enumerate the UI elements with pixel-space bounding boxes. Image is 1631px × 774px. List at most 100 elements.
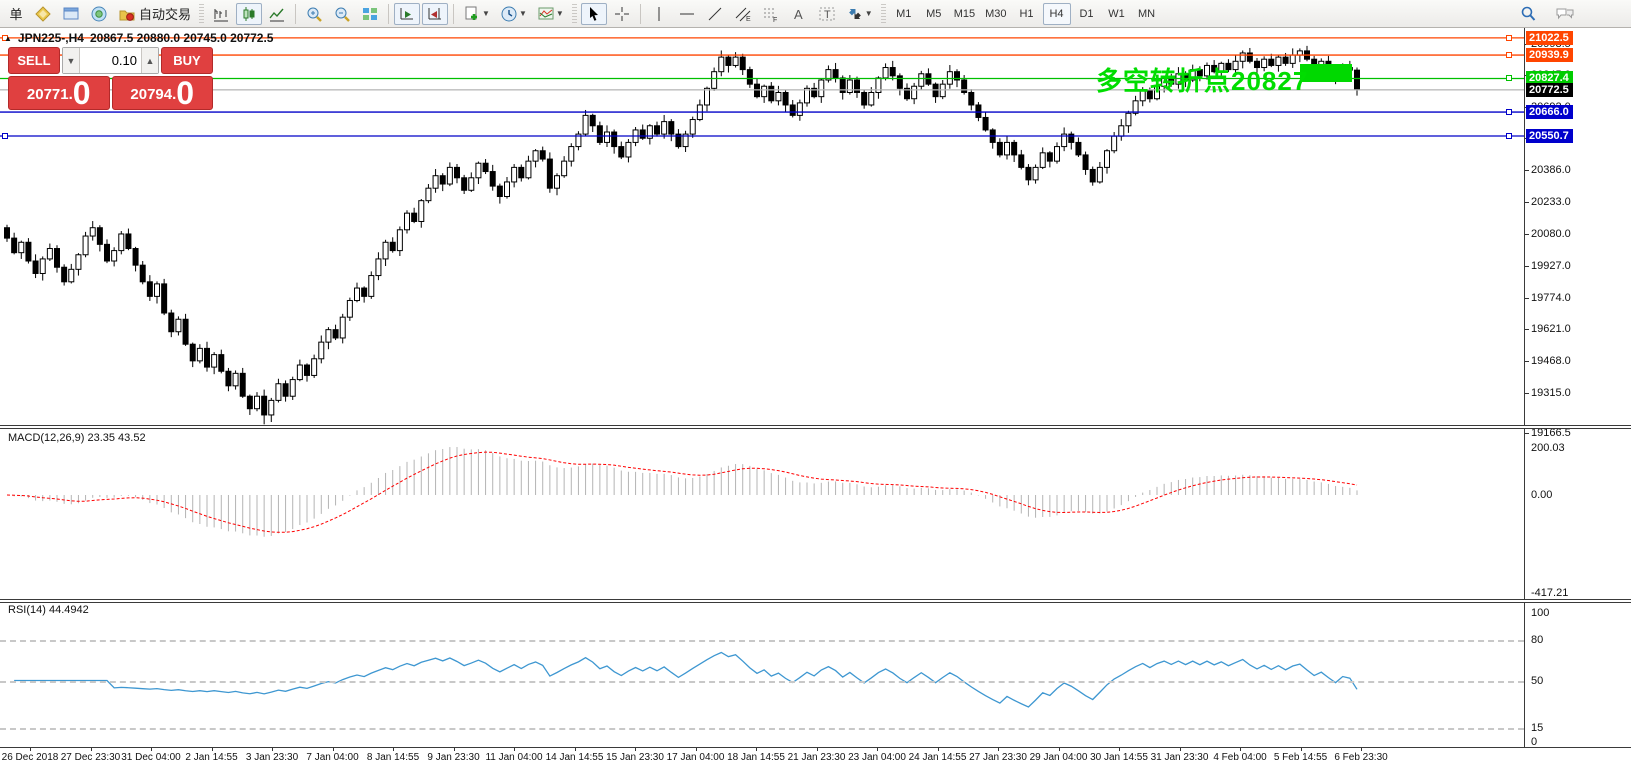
autotrade-button[interactable]: 自动交易 (114, 3, 195, 25)
macd-histogram (7, 447, 1357, 537)
expand-triangle-icon[interactable]: ▲ (4, 34, 12, 43)
timeframe-group: M1M5M15M30H1H4D1W1MN (890, 3, 1161, 25)
timeframe-button-m15[interactable]: M15 (950, 3, 979, 25)
line-handle[interactable] (1506, 75, 1512, 81)
bar-chart-icon (212, 5, 230, 23)
price-tick-label: 19468.0 (1531, 355, 1571, 367)
line-chart-button[interactable] (264, 3, 290, 25)
line-handle[interactable] (1506, 35, 1512, 41)
pivot-annotation-text[interactable]: 多空转折点20827 (1096, 61, 1308, 98)
sell-price-int: 20771 (27, 82, 69, 108)
fibonacci-button[interactable]: F (758, 3, 784, 25)
time-tick-label: 9 Jan 23:30 (427, 752, 479, 763)
candle-chart-button[interactable] (236, 3, 262, 25)
timeframe-button-h1[interactable]: H1 (1013, 3, 1041, 25)
timeframe-button-mn[interactable]: MN (1133, 3, 1161, 25)
search-button[interactable] (1515, 3, 1541, 25)
volume-increase-button[interactable]: ▲ (141, 48, 158, 73)
volume-decrease-button[interactable]: ▼ (63, 48, 80, 73)
level-price-badge: 20666.0 (1526, 105, 1573, 119)
arrows-icon (846, 5, 864, 23)
time-tick-label: 31 Jan 23:30 (1151, 752, 1209, 763)
vertical-line-button[interactable] (646, 3, 672, 25)
chart-window: ▲ JPN225-,H4 20867.5 20880.0 20745.0 207… (0, 28, 1631, 774)
chat-button[interactable] (1551, 3, 1579, 25)
market-depth-button[interactable] (86, 3, 112, 25)
cursor-button[interactable] (581, 3, 607, 25)
line-handle[interactable] (2, 133, 8, 139)
timeframe-button-m5[interactable]: M5 (920, 3, 948, 25)
line-handle[interactable] (1506, 52, 1512, 58)
time-tick-mark (575, 748, 576, 751)
time-tick-label: 26 Dec 2018 (2, 752, 59, 763)
rsi-level-line-15 (0, 728, 1524, 730)
price-tick-label: 20233.0 (1531, 196, 1571, 208)
buy-button[interactable]: BUY (161, 47, 213, 74)
crosshair-icon (613, 5, 631, 23)
price-tick-label: 19774.0 (1531, 292, 1571, 304)
price-tick-label: 19621.0 (1531, 323, 1571, 335)
axis-tick-mark (1525, 266, 1529, 267)
charts-window-button[interactable] (58, 3, 84, 25)
time-tick-mark (1301, 748, 1302, 751)
zoom-out-button[interactable] (329, 3, 355, 25)
time-axis[interactable]: 26 Dec 201827 Dec 23:3031 Dec 04:002 Jan… (0, 748, 1631, 774)
timeframe-button-d1[interactable]: D1 (1073, 3, 1101, 25)
svg-text:E: E (746, 16, 751, 23)
buy-price-display[interactable]: 20794 . 0 (112, 76, 214, 110)
level-price-badge: 21022.5 (1526, 31, 1573, 45)
time-tick-label: 29 Jan 04:00 (1030, 752, 1088, 763)
new-order-button[interactable]: 单 (4, 3, 28, 25)
autotrade-label: 自动交易 (139, 4, 191, 23)
toolbar-separator (453, 4, 454, 24)
time-tick-label: 24 Jan 14:55 (909, 752, 967, 763)
volume-input[interactable] (80, 48, 141, 73)
trendline-button[interactable] (702, 3, 728, 25)
time-tick-mark (817, 748, 818, 751)
rsi-pane-separator[interactable] (0, 599, 1631, 603)
sell-button[interactable]: SELL (8, 47, 60, 74)
time-tick-label: 2 Jan 14:55 (185, 752, 237, 763)
toolbar-grip (572, 4, 577, 24)
new-chart-button[interactable]: ▼ (459, 3, 494, 25)
horizontal-line-icon (678, 5, 696, 23)
timeframe-button-h4[interactable]: H4 (1043, 3, 1071, 25)
price-axis[interactable]: 21022.520939.920827.420772.520666.020550… (1524, 28, 1631, 747)
dropdown-caret-icon: ▼ (482, 9, 490, 18)
auto-scroll-button[interactable] (394, 3, 420, 25)
chart-shift-button[interactable] (422, 3, 448, 25)
tile-windows-button[interactable] (357, 3, 383, 25)
main-toolbar: 单 自动交易 (0, 0, 1631, 28)
buy-price-int: 20794 (130, 82, 172, 108)
time-tick-label: 18 Jan 14:55 (727, 752, 785, 763)
time-tick-label: 14 Jan 14:55 (546, 752, 604, 763)
time-tick-mark (998, 748, 999, 751)
timeframe-button-m30[interactable]: M30 (981, 3, 1010, 25)
templates-button[interactable]: ▼ (533, 3, 568, 25)
bar-chart-button[interactable] (208, 3, 234, 25)
timeframe-button-w1[interactable]: W1 (1103, 3, 1131, 25)
time-tick-label: 31 Dec 04:00 (121, 752, 181, 763)
svg-text:T: T (824, 9, 831, 21)
time-tick-mark (756, 748, 757, 751)
equidistant-channel-button[interactable]: E (730, 3, 756, 25)
text-label-button[interactable]: T (814, 3, 840, 25)
sell-price-display[interactable]: 20771 . 0 (8, 76, 110, 110)
buy-price-big-digit: 0 (176, 78, 194, 108)
toolbar-separator (640, 4, 641, 24)
arrows-button[interactable]: ▼ (842, 3, 877, 25)
periods-button[interactable]: ▼ (496, 3, 531, 25)
crosshair-button[interactable] (609, 3, 635, 25)
time-tick-mark (1361, 748, 1362, 751)
time-tick-mark (1119, 748, 1120, 751)
text-button[interactable]: A (786, 3, 812, 25)
history-icon[interactable] (30, 3, 56, 25)
line-handle[interactable] (1506, 109, 1512, 115)
macd-pane-separator[interactable] (0, 425, 1631, 429)
line-handle[interactable] (1506, 133, 1512, 139)
timeframe-button-m1[interactable]: M1 (890, 3, 918, 25)
horizontal-line-button[interactable] (674, 3, 700, 25)
toolbar-separator (388, 4, 389, 24)
zoom-in-button[interactable] (301, 3, 327, 25)
axis-tick-mark (1525, 234, 1529, 235)
